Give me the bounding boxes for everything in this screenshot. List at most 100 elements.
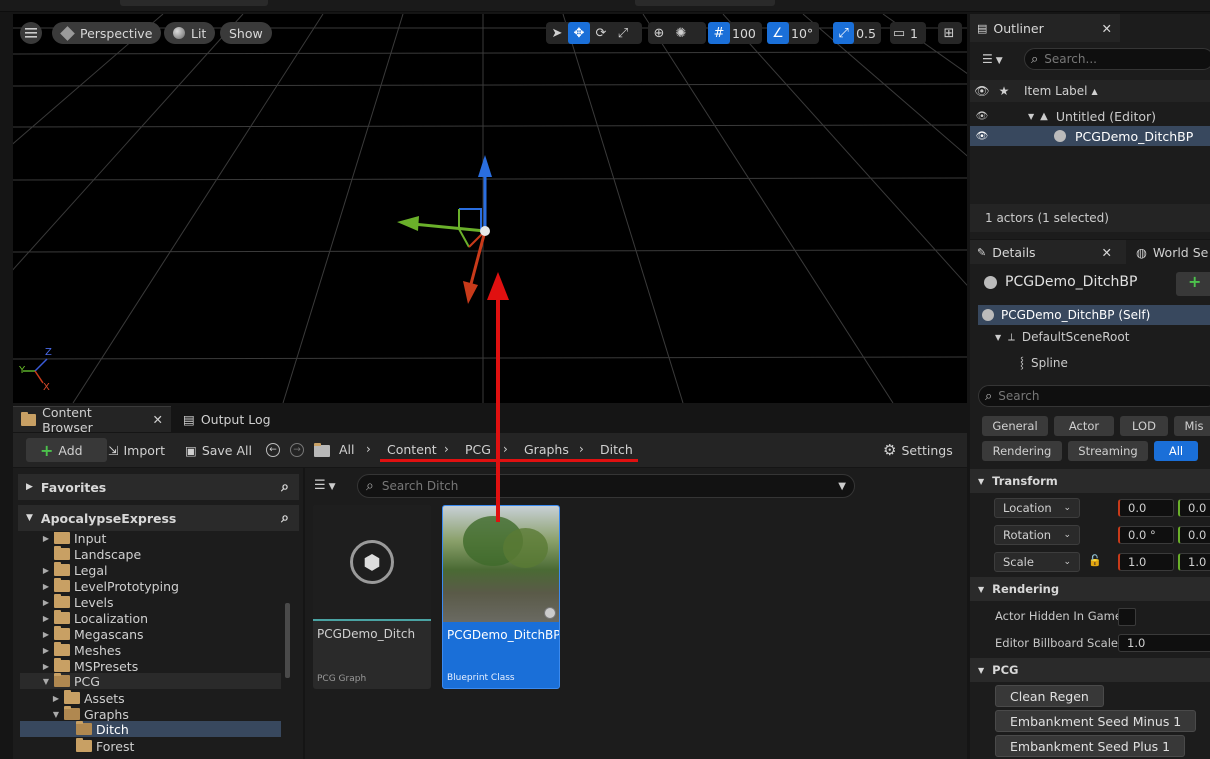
camera-speed-value[interactable]: 1 bbox=[908, 26, 923, 41]
billboard-scale-field[interactable]: 1.0 bbox=[1118, 634, 1210, 652]
chevron-down-icon[interactable]: ▼ bbox=[995, 333, 1001, 342]
breadcrumb-graphs[interactable]: Graphs bbox=[524, 442, 569, 457]
asset-tile-blueprint[interactable]: PCGDemo_DitchBP Blueprint Class bbox=[442, 505, 560, 689]
tree-item-assets[interactable]: ▶ Assets bbox=[52, 690, 125, 706]
clean-regen-button[interactable]: Clean Regen bbox=[995, 685, 1104, 707]
tree-item-legal[interactable]: ▶ Legal bbox=[42, 562, 108, 578]
rotation-snap-value[interactable]: 10° bbox=[789, 26, 818, 41]
chevron-down-icon[interactable]: ▼ bbox=[1028, 112, 1034, 121]
outliner-filter-button[interactable]: ☰ ▼ bbox=[982, 52, 1003, 66]
tree-item-input[interactable]: ▶ Input bbox=[42, 532, 106, 546]
tab-outliner[interactable]: ▤ Outliner ✕ bbox=[970, 14, 1120, 42]
outliner-search-input[interactable]: ⌕ Search... bbox=[1024, 48, 1210, 70]
scale-snap-icon[interactable]: ⤢ bbox=[833, 22, 855, 44]
save-all-button[interactable]: ▣ Save All bbox=[185, 438, 252, 462]
breadcrumb-ditch[interactable]: Ditch bbox=[600, 442, 633, 457]
scale-snap-value[interactable]: 0.5 bbox=[854, 26, 881, 41]
filter-button[interactable]: ☰ ▼ bbox=[314, 478, 336, 493]
import-button[interactable]: ⇲ Import bbox=[108, 438, 165, 462]
grid-snap-icon[interactable]: # bbox=[708, 22, 730, 44]
actor-hidden-checkbox[interactable] bbox=[1118, 608, 1136, 626]
scale-mode-combo[interactable]: Scale ⌄ bbox=[994, 552, 1080, 572]
eye-icon[interactable]: 👁 bbox=[970, 111, 994, 122]
tree-item-graphs[interactable]: ▼ Graphs bbox=[52, 706, 129, 722]
tree-scrollbar[interactable] bbox=[285, 603, 290, 678]
rotate-icon[interactable]: ⟳ bbox=[590, 22, 612, 44]
breadcrumb-all[interactable]: All bbox=[339, 442, 355, 457]
asset-search-input[interactable]: ⌕ Search Ditch ▼ bbox=[357, 474, 855, 498]
tree-item-landscape[interactable]: Landscape bbox=[42, 546, 141, 562]
component-self[interactable]: PCGDemo_DitchBP (Self) bbox=[978, 305, 1210, 325]
rotation-x-field[interactable]: 0.0 ° bbox=[1118, 526, 1174, 544]
component-spline[interactable]: ⸾ Spline bbox=[1020, 355, 1068, 370]
top-strip-field[interactable] bbox=[120, 0, 268, 6]
details-search-input[interactable]: ⌕ Search bbox=[978, 385, 1210, 407]
item-label-column[interactable]: Item Label bbox=[1014, 84, 1088, 98]
filter-actor[interactable]: Actor bbox=[1054, 416, 1114, 436]
chevron-right-icon[interactable]: › bbox=[366, 442, 371, 456]
rotation-y-field[interactable]: 0.0 ° bbox=[1178, 526, 1210, 544]
outliner-row[interactable]: 👁 ▼ ▲ Untitled (Editor) bbox=[970, 106, 1210, 126]
breadcrumb-content[interactable]: Content bbox=[387, 442, 437, 457]
filter-lod[interactable]: LOD bbox=[1120, 416, 1168, 436]
tree-item-mspresets[interactable]: ▶ MSPresets bbox=[42, 658, 138, 674]
top-strip-field[interactable] bbox=[635, 0, 775, 6]
tree-item-megascans[interactable]: ▶ Megascans bbox=[42, 626, 144, 642]
transform-category[interactable]: ▼ Transform bbox=[970, 469, 1210, 493]
tree-item-ditch[interactable]: Ditch bbox=[20, 721, 281, 737]
add-component-button[interactable]: + bbox=[1176, 272, 1210, 296]
scale-y-field[interactable]: 1.0 bbox=[1178, 553, 1210, 571]
close-icon[interactable]: ✕ bbox=[1102, 21, 1112, 36]
rotation-snap-control[interactable]: ∠ 10° bbox=[767, 22, 819, 44]
tab-output-log[interactable]: ▤ Output Log bbox=[175, 406, 279, 432]
sort-up-icon[interactable]: ▲ bbox=[1092, 87, 1098, 96]
filter-general[interactable]: General bbox=[982, 416, 1048, 436]
layout-button[interactable]: ⊞ bbox=[938, 22, 962, 44]
chevron-right-icon[interactable]: › bbox=[579, 442, 584, 456]
pcg-category[interactable]: ▼ PCG bbox=[970, 658, 1210, 682]
search-icon[interactable]: ⌕ bbox=[281, 479, 289, 495]
outliner-row-selected[interactable]: 👁 PCGDemo_DitchBP bbox=[970, 126, 1210, 146]
add-button[interactable]: + Add bbox=[26, 438, 107, 462]
close-icon[interactable]: ✕ bbox=[153, 412, 163, 427]
show-button[interactable]: Show bbox=[220, 22, 272, 44]
tab-details[interactable]: ✎ Details ✕ bbox=[970, 240, 1126, 264]
favorites-section[interactable]: ▶ Favorites ⌕ bbox=[18, 474, 299, 500]
tree-item-levelprototyping[interactable]: ▶ LevelPrototyping bbox=[42, 578, 179, 594]
world-local-icon[interactable]: ⊕ bbox=[648, 22, 670, 44]
component-default-scene-root[interactable]: ▼ ⟂ DefaultSceneRoot bbox=[995, 330, 1129, 344]
history-back-button[interactable]: ← bbox=[266, 438, 280, 462]
unlock-icon[interactable]: 🔓 bbox=[1088, 554, 1102, 567]
embankment-seed-minus-button[interactable]: Embankment Seed Minus 1 bbox=[995, 710, 1197, 732]
tree-item-localization[interactable]: ▶ Localization bbox=[42, 610, 148, 626]
chevron-down-icon[interactable]: ▼ bbox=[838, 481, 846, 492]
camera-speed-control[interactable]: ▭ 1 bbox=[890, 22, 926, 44]
rotation-mode-combo[interactable]: Rotation ⌄ bbox=[994, 525, 1080, 545]
grid-snap-control[interactable]: # 100 bbox=[708, 22, 762, 44]
camera-icon[interactable]: ▭ bbox=[890, 22, 908, 44]
lit-button[interactable]: Lit bbox=[164, 22, 216, 44]
filter-all[interactable]: All bbox=[1154, 441, 1198, 461]
filter-misc[interactable]: Mis bbox=[1174, 416, 1210, 436]
eye-icon[interactable]: 👁 bbox=[970, 131, 994, 142]
project-section[interactable]: ▼ ApocalypseExpress ⌕ bbox=[18, 505, 299, 531]
location-x-field[interactable]: 0.0 bbox=[1118, 499, 1174, 517]
history-forward-button[interactable]: → bbox=[290, 438, 304, 462]
scale-x-field[interactable]: 1.0 bbox=[1118, 553, 1174, 571]
tree-item-meshes[interactable]: ▶ Meshes bbox=[42, 642, 121, 658]
settings-button[interactable]: ⚙ Settings bbox=[883, 438, 953, 462]
viewport-menu-button[interactable] bbox=[20, 22, 42, 44]
tab-content-browser[interactable]: Content Browser ✕ bbox=[13, 405, 171, 435]
tree-item-forest[interactable]: Forest bbox=[76, 738, 134, 754]
rendering-category[interactable]: ▼ Rendering bbox=[970, 577, 1210, 601]
asset-tile-pcg-graph[interactable]: ⬢ PCGDemo_Ditch PCG Graph bbox=[313, 505, 431, 689]
translate-icon[interactable]: ✥ bbox=[568, 22, 590, 44]
embankment-seed-plus-button[interactable]: Embankment Seed Plus 1 bbox=[995, 735, 1186, 757]
tree-item-pcg[interactable]: ▼ PCG bbox=[20, 673, 281, 689]
filter-streaming[interactable]: Streaming bbox=[1068, 441, 1148, 461]
select-cursor-icon[interactable]: ➤ bbox=[546, 22, 568, 44]
scale-icon[interactable]: ⤢ bbox=[612, 22, 634, 44]
location-y-field[interactable]: 0.0 bbox=[1178, 499, 1210, 517]
scale-snap-control[interactable]: ⤢ 0.5 bbox=[833, 22, 881, 44]
chevron-right-icon[interactable]: › bbox=[444, 442, 449, 456]
